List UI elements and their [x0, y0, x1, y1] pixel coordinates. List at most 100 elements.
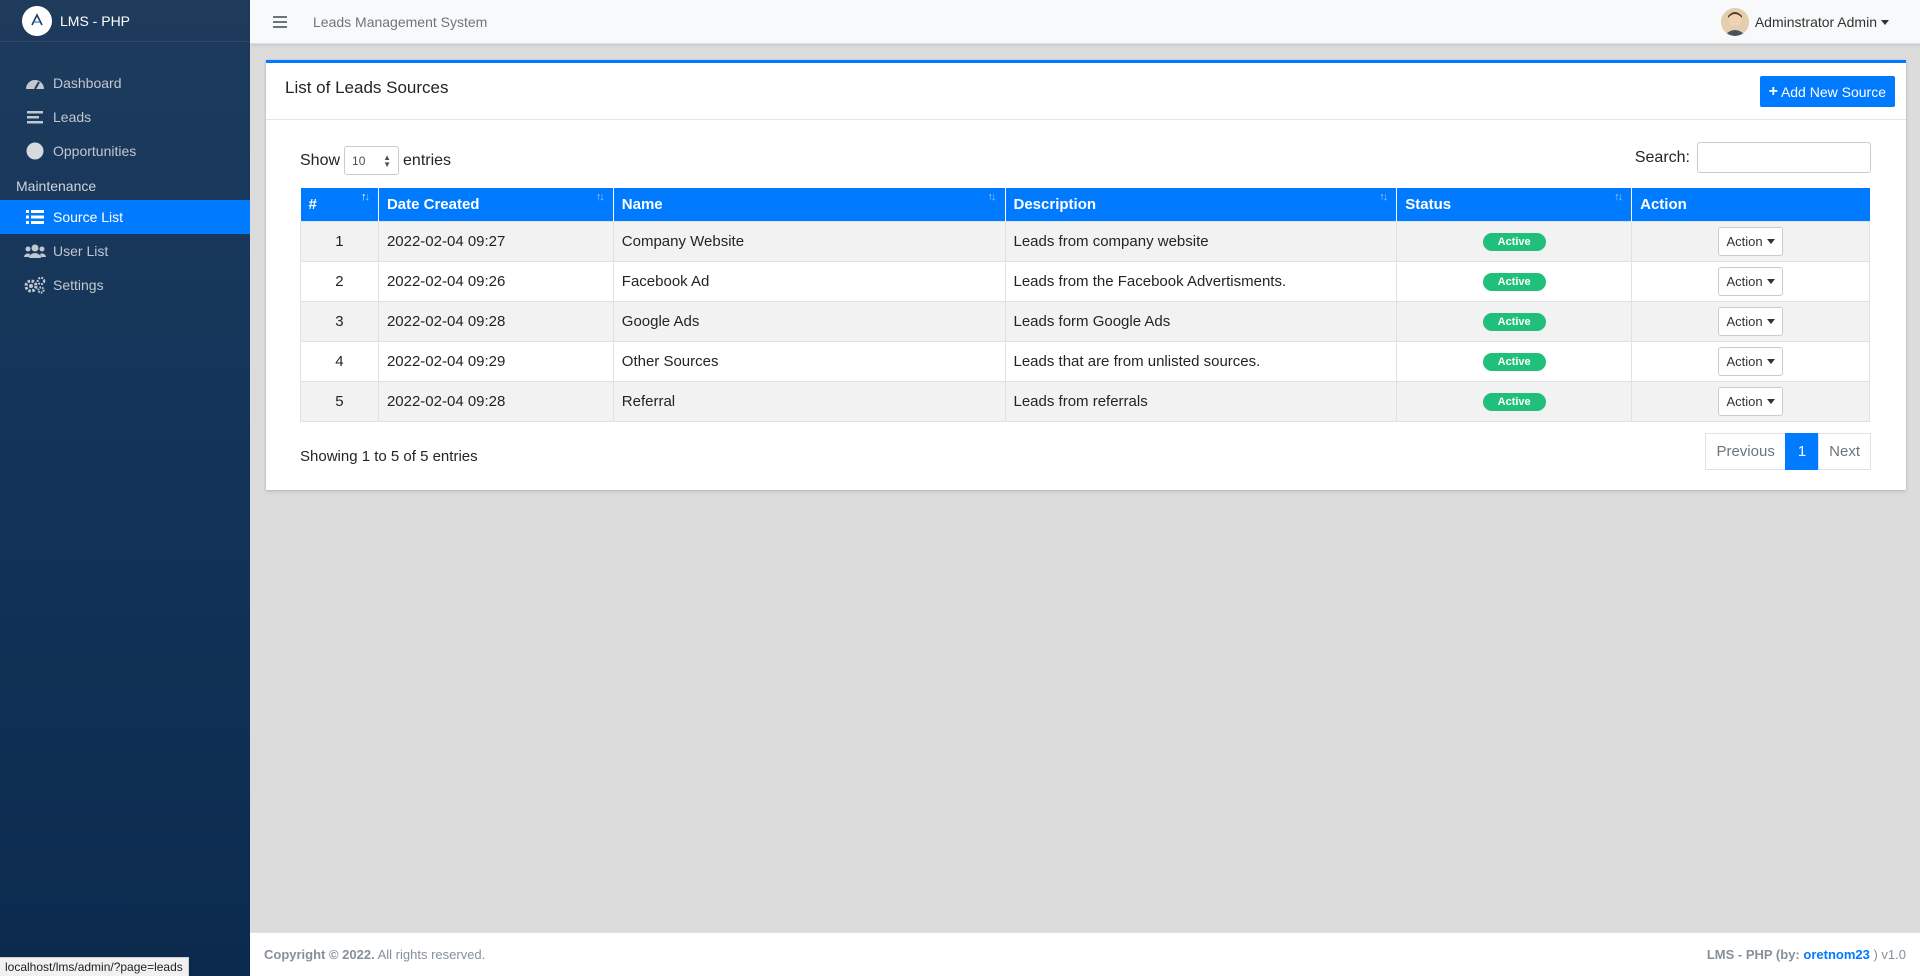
sidebar-item-settings[interactable]: Settings: [0, 268, 250, 302]
caret-down-icon: [1766, 358, 1775, 364]
sidebar-item-label: User List: [53, 243, 109, 259]
circle-icon: [24, 141, 46, 161]
action-dropdown-button[interactable]: Action: [1718, 226, 1783, 256]
user-menu[interactable]: Adminstrator Admin: [1720, 8, 1889, 36]
sidebar-item-label: Settings: [53, 277, 104, 293]
footer-credit: LMS - PHP (by: oretnom23 ) v1.0: [1706, 947, 1906, 962]
cell-description: Leads form Google Ads: [1004, 300, 1398, 342]
footer: Copyright © 2022. All rights reserved. L…: [250, 932, 1920, 976]
sort-icon: ↑↓: [1614, 191, 1623, 203]
sort-icon: ↑↓: [1379, 191, 1388, 203]
cell-date: 2022-02-04 09:28: [377, 380, 614, 422]
brand[interactable]: LMS - PHP: [0, 0, 250, 42]
cell-status: Active: [1396, 300, 1633, 342]
column-header-date-created[interactable]: Date Created ↑↓: [378, 188, 614, 221]
table-info: Showing 1 to 5 of 5 entries: [300, 448, 478, 465]
avatar: [1720, 8, 1749, 36]
search-input[interactable]: [1697, 142, 1871, 173]
select-arrows-icon: ▲ ▼: [383, 152, 392, 169]
cell-action: Action: [1631, 260, 1870, 302]
cell-number: 2: [300, 260, 379, 302]
pagination-next[interactable]: Next: [1818, 433, 1871, 470]
sidebar-item-dashboard[interactable]: Dashboard: [0, 66, 250, 100]
show-label: Show: [300, 151, 341, 169]
hamburger-icon[interactable]: [273, 15, 287, 28]
caret-down-icon: [1766, 278, 1775, 284]
cell-status: Active: [1396, 260, 1633, 302]
cell-action: Action: [1631, 340, 1870, 382]
table-row: 3 2022-02-04 09:28 Google Ads Leads form…: [300, 300, 1870, 342]
sort-icon: ↑↓: [987, 191, 997, 203]
table-row: 2 2022-02-04 09:26 Facebook Ad Leads fro…: [300, 260, 1870, 302]
column-header-action: Action: [1631, 188, 1870, 221]
card-header: List of Leads Sources + Add New Source: [266, 63, 1906, 120]
sidebar-item-label: Dashboard: [53, 75, 122, 91]
sidebar-item-user-list[interactable]: User List: [0, 234, 250, 268]
action-dropdown-button[interactable]: Action: [1718, 306, 1783, 336]
list-ul-icon: [24, 207, 46, 227]
footer-copyright: Copyright © 2022. All rights reserved.: [264, 947, 486, 962]
cell-name: Referral: [612, 380, 1006, 422]
caret-down-icon: [1766, 398, 1775, 404]
cell-name: Other Sources: [612, 340, 1006, 382]
pagination-previous[interactable]: Previous: [1705, 433, 1786, 470]
sort-icon: ↑↓: [595, 191, 605, 203]
cell-date: 2022-02-04 09:26: [377, 260, 614, 302]
sidebar: LMS - PHP Dashboard Leads Opportunities …: [0, 0, 250, 976]
cell-date: 2022-02-04 09:28: [377, 300, 614, 342]
column-header-status[interactable]: Status ↑↓: [1396, 188, 1633, 221]
dashboard-icon: [24, 73, 46, 93]
topbar: Leads Management System Adminstrator Adm…: [250, 0, 1920, 44]
add-new-source-button[interactable]: + Add New Source: [1759, 76, 1895, 107]
pagination: Previous 1 Next: [1705, 433, 1871, 470]
cell-name: Company Website: [612, 220, 1006, 262]
table-row: 4 2022-02-04 09:29 Other Sources Leads t…: [300, 340, 1870, 382]
cell-action: Action: [1631, 300, 1870, 342]
add-new-source-label: Add New Source: [1780, 83, 1886, 100]
table-row: 1 2022-02-04 09:27 Company Website Leads…: [300, 220, 1870, 262]
status-badge: Active: [1482, 312, 1546, 331]
column-header-name[interactable]: Name ↑↓: [613, 188, 1006, 221]
page-length-select[interactable]: 10 ▲ ▼: [344, 146, 400, 175]
cell-name: Facebook Ad: [612, 260, 1006, 302]
cell-description: Leads that are from unlisted sources.: [1004, 340, 1398, 382]
sources-table: # ↑↓ Date Created ↑↓ Name ↑↓ Description ↑↓ …: [300, 188, 1870, 422]
gears-icon: [24, 275, 46, 295]
sidebar-item-opportunities[interactable]: Opportunities: [0, 134, 250, 168]
search-control: Search:: [1635, 142, 1871, 173]
list-icon: [24, 107, 46, 127]
column-header-description[interactable]: Description ↑↓: [1005, 188, 1398, 221]
cell-description: Leads from company website: [1004, 220, 1398, 262]
author-link[interactable]: oretnom23: [1803, 947, 1869, 962]
brand-logo-icon: [22, 5, 52, 36]
cell-action: Action: [1631, 220, 1870, 262]
sidebar-nav: Dashboard Leads Opportunities Maintenanc…: [0, 66, 250, 302]
cell-number: 5: [300, 380, 379, 422]
pagination-page-1[interactable]: 1: [1784, 433, 1820, 470]
table-row: 5 2022-02-04 09:28 Referral Leads from r…: [300, 380, 1870, 422]
sidebar-item-source-list[interactable]: Source List: [0, 200, 250, 234]
users-icon: [24, 241, 46, 261]
cell-number: 1: [300, 220, 379, 262]
action-dropdown-button[interactable]: Action: [1718, 346, 1783, 376]
sidebar-item-label: Source List: [53, 209, 124, 225]
sidebar-item-leads[interactable]: Leads: [0, 100, 250, 134]
sidebar-item-label: Opportunities: [53, 143, 137, 159]
status-badge: Active: [1482, 272, 1546, 291]
action-dropdown-button[interactable]: Action: [1718, 386, 1783, 416]
status-badge: Active: [1482, 232, 1546, 251]
card-title: List of Leads Sources: [285, 78, 449, 97]
page-length-value: 10: [352, 153, 366, 168]
length-control: Show 10 ▲ ▼ entries: [300, 146, 451, 175]
cell-description: Leads from the Facebook Advertisments.: [1004, 260, 1398, 302]
caret-down-icon: [1766, 238, 1775, 244]
user-name: Adminstrator Admin: [1754, 14, 1877, 30]
sidebar-section-header: Maintenance: [16, 178, 97, 194]
cell-date: 2022-02-04 09:29: [377, 340, 614, 382]
cell-description: Leads from referrals: [1004, 380, 1398, 422]
status-badge: Active: [1482, 392, 1546, 411]
column-header-number[interactable]: # ↑↓: [300, 188, 379, 221]
sources-card: List of Leads Sources + Add New Source S…: [266, 60, 1906, 490]
action-dropdown-button[interactable]: Action: [1718, 266, 1783, 296]
caret-down-icon: [1881, 19, 1889, 25]
